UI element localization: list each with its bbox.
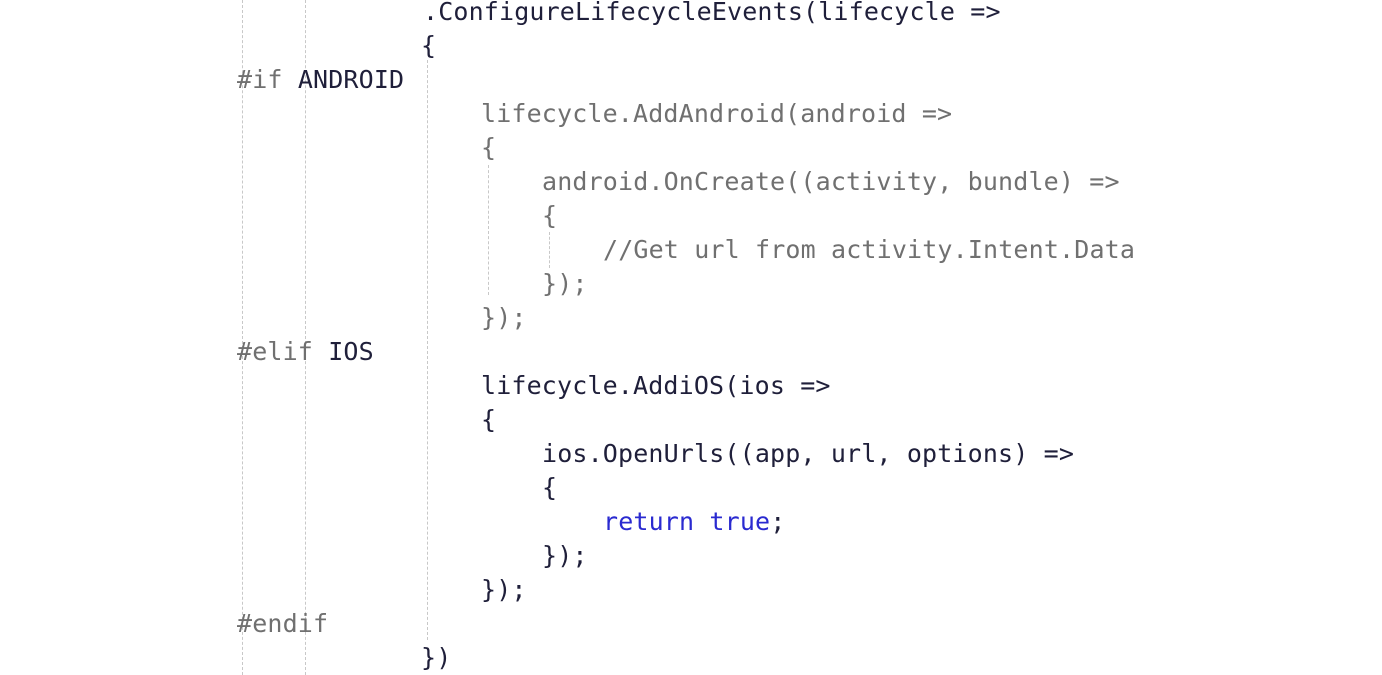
code-line: }) [421, 641, 451, 675]
directive-token: #endif [237, 609, 329, 638]
keyword-token: true [709, 507, 771, 536]
code-token: ios.OpenUrls((app, url, options) => [542, 439, 1075, 468]
code-token: { [481, 133, 497, 162]
code-line: ios.OpenUrls((app, url, options) => [542, 437, 1074, 471]
code-token: }); [481, 575, 527, 604]
directive-token: #elif [237, 337, 314, 366]
code-token: lifecycle.AddiOS(ios => [481, 371, 831, 400]
code-line: return true; [603, 505, 785, 539]
code-token: ANDROID [297, 65, 405, 94]
code-line: lifecycle.AddAndroid(android => [481, 97, 952, 131]
code-line: android.OnCreate((activity, bundle) => [542, 165, 1120, 199]
code-token: }); [481, 303, 527, 332]
code-token: { [542, 201, 558, 230]
indent-guide [549, 232, 550, 268]
code-line: #endif [237, 607, 328, 641]
code-token: }); [542, 269, 588, 298]
code-editor[interactable]: .ConfigureLifecycleEvents(lifecycle => { #… [0, 0, 1382, 675]
directive-token: #if [237, 65, 283, 94]
code-line: #if ANDROID [237, 63, 404, 97]
code-line: { [481, 131, 496, 165]
code-token: android.OnCreate((activity, bundle) => [542, 167, 1120, 196]
code-token: { [421, 31, 437, 60]
code-token: { [481, 405, 497, 434]
code-line: }); [542, 267, 588, 301]
code-line: { [542, 199, 557, 233]
keyword-token: return [603, 507, 695, 536]
indent-guide [488, 165, 489, 295]
code-token: .ConfigureLifecycleEvents(lifecycle => [423, 0, 1001, 26]
code-line: }); [481, 573, 527, 607]
code-token: }) [421, 643, 452, 672]
code-line: { [542, 471, 557, 505]
code-line: }); [481, 301, 527, 335]
code-line: //Get url from activity.Intent.Data [603, 233, 1135, 267]
code-token: lifecycle.AddAndroid(android => [481, 99, 953, 128]
code-line: lifecycle.AddiOS(ios => [481, 369, 831, 403]
code-line: .ConfigureLifecycleEvents(lifecycle => [423, 0, 1001, 29]
code-token: }); [542, 541, 588, 570]
code-line: { [421, 29, 436, 63]
code-line: { [481, 403, 496, 437]
code-line: #elif IOS [237, 335, 374, 369]
code-line: }); [542, 539, 588, 573]
indent-guide [427, 60, 428, 640]
code-token: ; [770, 507, 786, 536]
code-token: IOS [328, 337, 374, 366]
code-token: { [542, 473, 558, 502]
comment-token: //Get url from activity.Intent.Data [603, 235, 1136, 264]
